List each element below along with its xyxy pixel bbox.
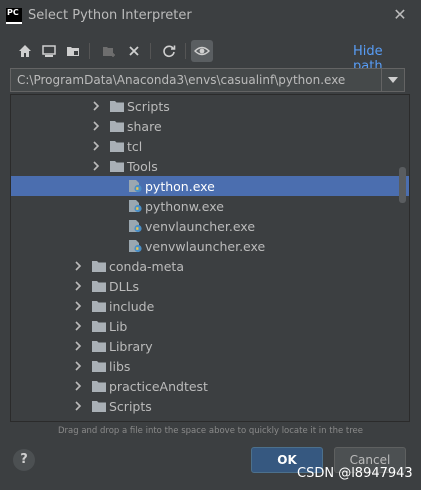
- tree-row[interactable]: [11, 416, 409, 422]
- tree-scrollbar-thumb[interactable]: [399, 167, 406, 203]
- chevron-right-icon[interactable]: [73, 421, 83, 422]
- tree-item-label: conda-meta: [109, 259, 184, 274]
- tree-row[interactable]: tcl: [11, 136, 409, 156]
- toolbar-separator: [89, 43, 90, 59]
- tree-item-label: venvwlauncher.exe: [145, 239, 266, 254]
- tree-row[interactable]: conda-meta: [11, 256, 409, 276]
- chevron-down-icon: [388, 77, 398, 83]
- new-folder-icon: [103, 47, 115, 57]
- tree-row[interactable]: pythonw.exe: [11, 196, 409, 216]
- folder-icon: [91, 419, 107, 422]
- toolbar-separator: [185, 43, 186, 59]
- tree-row[interactable]: share: [11, 116, 409, 136]
- python-file-icon: [129, 200, 142, 213]
- show-hidden-button[interactable]: [191, 40, 213, 62]
- show-hidden-icon: [194, 46, 210, 56]
- tree-row[interactable]: Library: [11, 336, 409, 356]
- toolbar: Hide path: [10, 38, 410, 74]
- window-title: Select Python Interpreter: [28, 8, 192, 23]
- chevron-right-icon[interactable]: [91, 121, 101, 131]
- project-folder-button[interactable]: [62, 40, 84, 62]
- chevron-right-icon[interactable]: [73, 321, 83, 331]
- drag-drop-hint: Drag and drop a file into the space abov…: [57, 426, 363, 436]
- help-button[interactable]: ?: [13, 449, 35, 471]
- pycharm-app-icon: PC: [6, 8, 22, 24]
- tree-item-label: libs: [109, 359, 131, 374]
- chevron-right-icon[interactable]: [73, 301, 83, 311]
- tree-row[interactable]: python.exe: [11, 176, 409, 196]
- tree-row[interactable]: Scripts: [11, 96, 409, 116]
- refresh-icon: [163, 45, 176, 58]
- tree-item-label: Tools: [127, 159, 158, 174]
- python-file-icon: [129, 180, 142, 193]
- tree-row[interactable]: libs: [11, 356, 409, 376]
- tree-row[interactable]: venvwlauncher.exe: [11, 236, 409, 256]
- home-icon: [19, 45, 31, 57]
- chevron-right-icon[interactable]: [91, 101, 101, 111]
- tree-item-label: tcl: [127, 139, 143, 154]
- folder-icon: [110, 121, 124, 132]
- tree-row[interactable]: Lib: [11, 316, 409, 336]
- delete-button[interactable]: [123, 40, 145, 62]
- chevron-right-icon[interactable]: [73, 341, 83, 351]
- tree-item-label: include: [109, 299, 155, 314]
- watermark: CSDN @l8947943: [297, 466, 413, 481]
- file-tree[interactable]: Scripts practiceAndtest libs Library Lib incl…: [10, 94, 410, 422]
- folder-icon: [92, 341, 106, 352]
- home-button[interactable]: [14, 40, 36, 62]
- folder-icon: [92, 401, 106, 412]
- title-bar: PC Select Python Interpreter ✕: [0, 0, 421, 32]
- chevron-right-icon[interactable]: [73, 361, 83, 371]
- tree-row[interactable]: Scripts: [11, 396, 409, 416]
- tree-item-label: venvlauncher.exe: [145, 219, 256, 234]
- tree-item-label: Scripts: [127, 99, 170, 114]
- tree-item-label: DLLs: [109, 279, 140, 294]
- tree-item-label: python.exe: [145, 179, 215, 194]
- close-icon[interactable]: ✕: [390, 5, 410, 25]
- path-input[interactable]: C:\ProgramData\Anaconda3\envs\casualinf\…: [17, 73, 345, 87]
- folder-icon: [92, 281, 106, 292]
- tree-item-label: Scripts: [109, 399, 152, 414]
- tree-item-label: Library: [109, 339, 153, 354]
- python-file-icon: [129, 220, 142, 233]
- folder-icon: [92, 261, 106, 272]
- toolbar-separator: [150, 43, 151, 59]
- path-history-dropdown[interactable]: [381, 69, 404, 91]
- tree-item-label: Lib: [109, 319, 128, 334]
- tree-item-label: pythonw.exe: [145, 199, 224, 214]
- new-folder-button[interactable]: [98, 40, 120, 62]
- chevron-right-icon[interactable]: [91, 141, 101, 151]
- desktop-icon: [42, 45, 56, 57]
- tree-row[interactable]: Tools: [11, 156, 409, 176]
- folder-icon: [92, 361, 106, 372]
- folder-icon: [110, 101, 124, 112]
- refresh-button[interactable]: [158, 40, 180, 62]
- desktop-button[interactable]: [38, 40, 60, 62]
- folder-icon: [110, 141, 124, 152]
- folder-icon: [92, 301, 106, 312]
- path-field[interactable]: C:\ProgramData\Anaconda3\envs\casualinf\…: [10, 68, 405, 92]
- tree-row[interactable]: venvlauncher.exe: [11, 216, 409, 236]
- tree-item-label: share: [127, 119, 162, 134]
- folder-icon: [110, 161, 124, 172]
- python-file-icon: [129, 240, 142, 253]
- tree-row[interactable]: practiceAndtest: [11, 376, 409, 396]
- delete-icon: [129, 46, 139, 56]
- chevron-right-icon[interactable]: [73, 261, 83, 271]
- folder-icon: [92, 321, 106, 332]
- tree-row[interactable]: include: [11, 296, 409, 316]
- chevron-right-icon[interactable]: [73, 281, 83, 291]
- folder-icon: [92, 381, 106, 392]
- chevron-right-icon[interactable]: [91, 161, 101, 171]
- project-folder-icon: [67, 47, 79, 56]
- tree-row[interactable]: DLLs: [11, 276, 409, 296]
- chevron-right-icon[interactable]: [73, 401, 83, 411]
- tree-item-label: practiceAndtest: [109, 379, 208, 394]
- chevron-right-icon[interactable]: [73, 381, 83, 391]
